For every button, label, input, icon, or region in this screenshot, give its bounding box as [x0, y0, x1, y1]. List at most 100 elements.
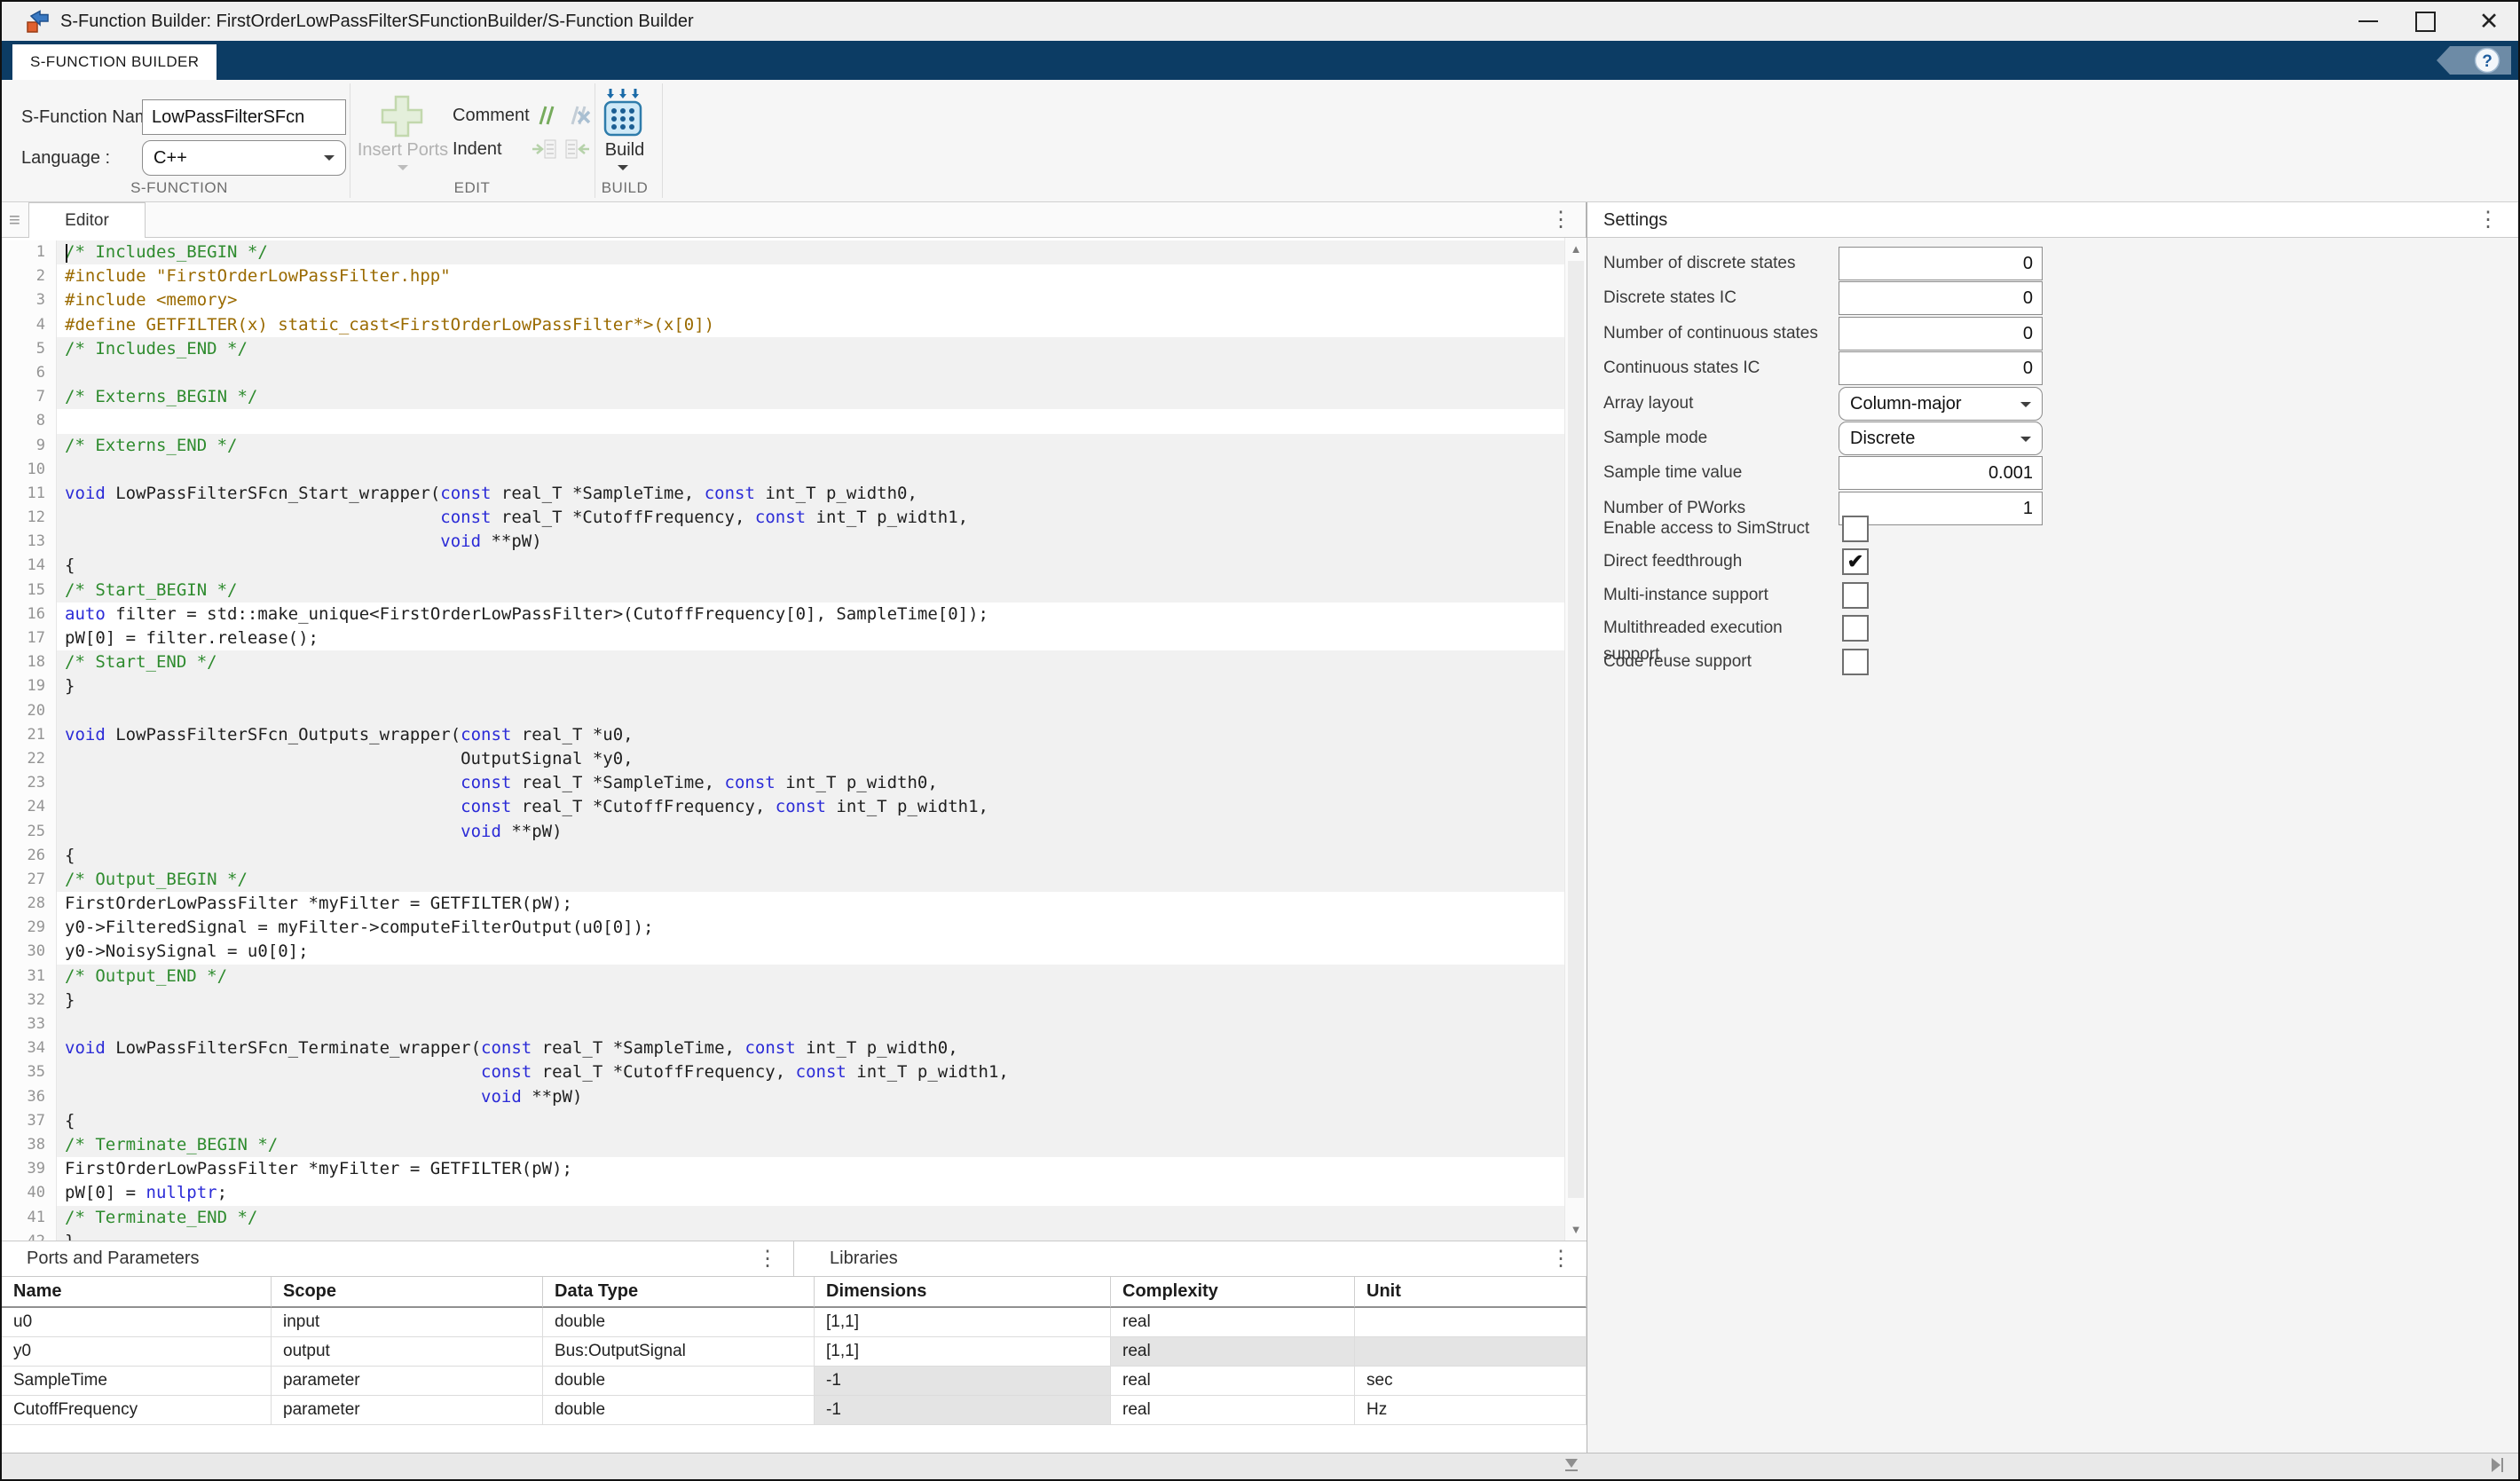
- table-cell[interactable]: [1,1]: [815, 1337, 1111, 1367]
- code-text[interactable]: #include "FirstOrderLowPassFilter.hpp": [57, 264, 1564, 288]
- build-caret-icon[interactable]: [618, 165, 628, 176]
- setting-checkbox[interactable]: [1842, 649, 1869, 675]
- line-number: 34: [2, 1036, 57, 1060]
- tab-ports-and-parameters[interactable]: Ports and Parameters ⋮: [2, 1241, 794, 1276]
- panel-grip-icon[interactable]: ≡: [9, 209, 20, 232]
- scroll-down-icon[interactable]: ▼: [1565, 1223, 1587, 1236]
- code-line[interactable]: 40pW[0] = nullptr;: [2, 1181, 1564, 1205]
- code-line[interactable]: 17pW[0] = filter.release();: [2, 626, 1564, 650]
- table-header-cell: Data Type: [543, 1277, 815, 1308]
- line-number: 21: [2, 723, 57, 747]
- ports-menu-kebab-icon[interactable]: ⋮: [754, 1241, 781, 1277]
- setting-dropdown[interactable]: Discrete: [1839, 421, 2043, 455]
- language-dropdown[interactable]: C++: [142, 140, 346, 176]
- table-cell[interactable]: Hz: [1355, 1396, 1587, 1425]
- scrollbar-thumb[interactable]: [1568, 261, 1584, 1198]
- line-number: 3: [2, 288, 57, 312]
- setting-checkbox[interactable]: ✔: [1842, 548, 1869, 575]
- settings-menu-kebab-icon[interactable]: ⋮: [2475, 202, 2501, 238]
- setting-checkbox[interactable]: [1842, 516, 1869, 542]
- line-number: 33: [2, 1012, 57, 1036]
- language-value: C++: [154, 148, 187, 168]
- code-line[interactable]: 3#include <memory>: [2, 288, 1564, 312]
- setting-label: Array layout: [1603, 387, 1836, 421]
- table-header-cell: Unit: [1355, 1277, 1587, 1308]
- setting-input[interactable]: 0: [1839, 317, 2043, 351]
- code-text[interactable]: [57, 409, 1564, 433]
- setting-input[interactable]: 0: [1839, 351, 2043, 385]
- tab-libraries[interactable]: Libraries ⋮: [794, 1241, 1587, 1276]
- libraries-menu-kebab-icon[interactable]: ⋮: [1547, 1241, 1574, 1277]
- code-line: 18/* Start_END */: [2, 650, 1564, 674]
- setting-input[interactable]: 1: [1839, 492, 2043, 525]
- maximize-button[interactable]: [2399, 2, 2451, 41]
- line-number: 1: [2, 240, 57, 264]
- expand-right-icon[interactable]: [2492, 1458, 2503, 1472]
- setting-input[interactable]: 0: [1839, 247, 2043, 280]
- table-cell[interactable]: u0: [2, 1308, 272, 1337]
- table-cell[interactable]: sec: [1355, 1367, 1587, 1396]
- tab-sfunction-builder[interactable]: S-FUNCTION BUILDER: [12, 44, 217, 80]
- code-line[interactable]: 39FirstOrderLowPassFilter *myFilter = GE…: [2, 1157, 1564, 1181]
- setting-input[interactable]: 0: [1839, 281, 2043, 315]
- table-cell[interactable]: double: [543, 1308, 815, 1337]
- code-line[interactable]: 28FirstOrderLowPassFilter *myFilter = GE…: [2, 892, 1564, 916]
- sfunction-name-input[interactable]: LowPassFilterSFcn: [142, 99, 346, 135]
- code-line[interactable]: 8: [2, 409, 1564, 433]
- table-cell[interactable]: parameter: [272, 1367, 543, 1396]
- table-cell[interactable]: double: [543, 1396, 815, 1425]
- code-editor[interactable]: 1/* Includes_BEGIN */2#include "FirstOrd…: [2, 238, 1587, 1241]
- close-button[interactable]: ✕: [2463, 2, 2515, 41]
- setting-checkbox[interactable]: [1842, 582, 1869, 609]
- build-button[interactable]: Build: [587, 138, 662, 161]
- table-cell[interactable]: input: [272, 1308, 543, 1337]
- setting-checkbox[interactable]: [1842, 615, 1869, 642]
- table-cell[interactable]: real: [1111, 1367, 1355, 1396]
- table-cell[interactable]: CutoffFrequency: [2, 1396, 272, 1425]
- setting-dropdown[interactable]: Column-major: [1839, 387, 2043, 421]
- table-cell[interactable]: parameter: [272, 1396, 543, 1425]
- code-text[interactable]: auto filter = std::make_unique<FirstOrde…: [57, 603, 1564, 626]
- code-text[interactable]: pW[0] = nullptr;: [57, 1181, 1564, 1205]
- table-cell[interactable]: Bus:OutputSignal: [543, 1337, 815, 1367]
- editor-tabstrip: ≡ Editor ⋮: [2, 202, 1587, 238]
- code-text: {: [57, 554, 1564, 578]
- code-text[interactable]: y0->FilteredSignal = myFilter->computeFi…: [57, 916, 1564, 940]
- table-cell[interactable]: [1,1]: [815, 1308, 1111, 1337]
- table-cell[interactable]: double: [543, 1367, 815, 1396]
- code-text: /* Output_BEGIN */: [57, 868, 1564, 892]
- group-label-sfunction: S-FUNCTION: [55, 179, 303, 199]
- line-number: 16: [2, 603, 57, 626]
- table-cell[interactable]: SampleTime: [2, 1367, 272, 1396]
- line-number: 31: [2, 965, 57, 989]
- editor-menu-kebab-icon[interactable]: ⋮: [1547, 202, 1574, 238]
- code-line[interactable]: 30y0->NoisySignal = u0[0];: [2, 940, 1564, 964]
- code-text[interactable]: FirstOrderLowPassFilter *myFilter = GETF…: [57, 1157, 1564, 1181]
- scroll-up-icon[interactable]: ▲: [1565, 242, 1587, 256]
- table-cell[interactable]: real: [1111, 1396, 1355, 1425]
- setting-input[interactable]: 0.001: [1839, 456, 2043, 490]
- table-cell[interactable]: y0: [2, 1337, 272, 1367]
- tab-editor[interactable]: Editor: [28, 202, 146, 238]
- minimize-button[interactable]: [2343, 2, 2394, 41]
- code-text[interactable]: #include <memory>: [57, 288, 1564, 312]
- code-line[interactable]: 16auto filter = std::make_unique<FirstOr…: [2, 603, 1564, 626]
- code-text[interactable]: #define GETFILTER(x) static_cast<FirstOr…: [57, 313, 1564, 337]
- code-line: 38/* Terminate_BEGIN */: [2, 1133, 1564, 1157]
- table-cell[interactable]: [1355, 1308, 1587, 1337]
- help-icon[interactable]: ?: [2437, 44, 2511, 76]
- code-text: /* Terminate_BEGIN */: [57, 1133, 1564, 1157]
- code-line[interactable]: 4#define GETFILTER(x) static_cast<FirstO…: [2, 313, 1564, 337]
- table-cell[interactable]: output: [272, 1337, 543, 1367]
- code-text[interactable]: y0->NoisySignal = u0[0];: [57, 940, 1564, 964]
- line-number: 22: [2, 747, 57, 771]
- scroll-to-bottom-icon[interactable]: [1565, 1459, 1578, 1471]
- table-cell[interactable]: real: [1111, 1308, 1355, 1337]
- comment-icon[interactable]: [532, 103, 557, 128]
- editor-scrollbar[interactable]: ▲ ▼: [1564, 238, 1587, 1241]
- code-text[interactable]: FirstOrderLowPassFilter *myFilter = GETF…: [57, 892, 1564, 916]
- build-icon[interactable]: [602, 87, 644, 137]
- code-line[interactable]: 2#include "FirstOrderLowPassFilter.hpp": [2, 264, 1564, 288]
- code-line[interactable]: 29y0->FilteredSignal = myFilter->compute…: [2, 916, 1564, 940]
- code-text[interactable]: pW[0] = filter.release();: [57, 626, 1564, 650]
